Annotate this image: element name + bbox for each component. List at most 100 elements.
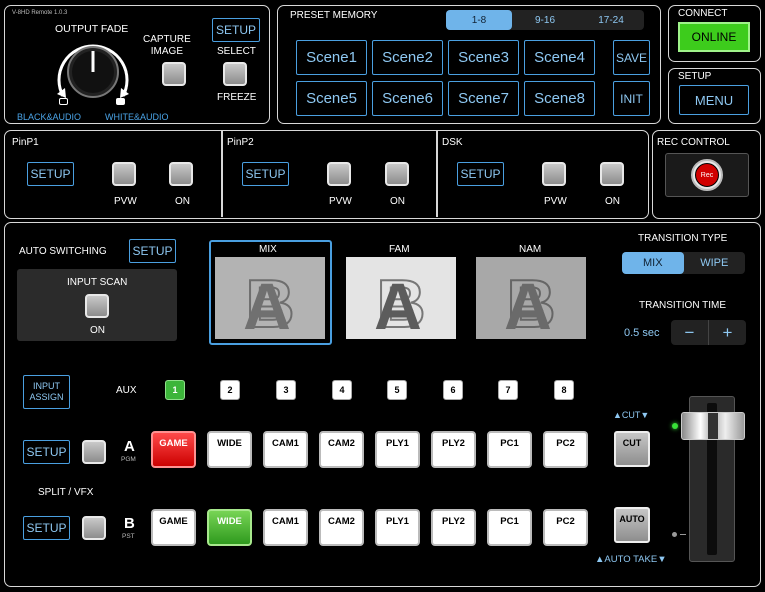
scene1-button[interactable]: Scene1 [296, 40, 367, 75]
pinp2-on-label: ON [390, 196, 405, 207]
transition-type-toggle: MIX WIPE [622, 252, 745, 274]
pinp1-on-button[interactable] [169, 162, 193, 186]
pst-setup-button[interactable]: SETUP [23, 516, 70, 540]
transition-type-wipe[interactable]: WIPE [684, 252, 746, 274]
pst-cam2-button[interactable]: CAM2 [319, 509, 364, 546]
transition-fam-label: FAM [389, 244, 410, 255]
dsk-on-button[interactable] [600, 162, 624, 186]
connect-panel: CONNECT ONLINE [668, 5, 761, 62]
dsk-setup-button[interactable]: SETUP [457, 162, 504, 186]
save-button[interactable]: SAVE [613, 40, 650, 75]
scene3-button[interactable]: Scene3 [448, 40, 519, 75]
pgm-wide-button[interactable]: WIDE [207, 431, 252, 468]
input-scan-button[interactable] [85, 294, 109, 318]
aux-8-button[interactable]: 8 [554, 380, 574, 400]
scene6-button[interactable]: Scene6 [372, 81, 443, 116]
pgm-cam2-button[interactable]: CAM2 [319, 431, 364, 468]
pst-pc2-button[interactable]: PC2 [543, 509, 588, 546]
cut-title: ▲CUT▼ [613, 410, 650, 420]
aux-2-button[interactable]: 2 [220, 380, 240, 400]
pst-game-button[interactable]: GAME [151, 509, 196, 546]
pst-label: PST [122, 533, 135, 540]
online-button[interactable]: ONLINE [678, 22, 750, 52]
pst-cam1-button[interactable]: CAM1 [263, 509, 308, 546]
pinp1-pvw-button[interactable] [112, 162, 136, 186]
transition-time-stepper: − + [671, 320, 746, 345]
aux-4-button[interactable]: 4 [332, 380, 352, 400]
transition-time-value: 0.5 sec [624, 327, 660, 339]
pst-wide-button[interactable]: WIDE [207, 509, 252, 546]
tbar-tick [680, 534, 686, 535]
pgm-game-button[interactable]: GAME [151, 431, 196, 468]
tbar-handle[interactable] [681, 412, 745, 440]
auto-button[interactable]: AUTO [614, 507, 650, 543]
capture-image-button[interactable] [162, 62, 186, 86]
pst-pc1-button[interactable]: PC1 [487, 509, 532, 546]
pinp2-on-button[interactable] [385, 162, 409, 186]
setup-title: SETUP [678, 71, 712, 82]
transition-mix-thumb[interactable]: B A [215, 257, 325, 339]
pinp1-setup-button[interactable]: SETUP [27, 162, 74, 186]
scene7-button[interactable]: Scene7 [448, 81, 519, 116]
cut-button[interactable]: CUT [614, 431, 650, 467]
tbar-handle-groove [708, 413, 718, 439]
dsk-pvw-button[interactable] [542, 162, 566, 186]
tab-1-8[interactable]: 1-8 [446, 10, 512, 30]
setup-menu-panel: SETUP MENU [668, 68, 761, 124]
pgm-pc2-button[interactable]: PC2 [543, 431, 588, 468]
init-button[interactable]: INIT [613, 81, 650, 116]
svg-text:A: A [504, 269, 552, 339]
pgm-setup-button[interactable]: SETUP [23, 440, 70, 464]
rec-red-disc: Rec [695, 163, 719, 187]
auto-switching-setup-button[interactable]: SETUP [129, 239, 176, 263]
input-assign-button[interactable]: INPUT ASSIGN [23, 375, 70, 409]
transition-type-title: TRANSITION TYPE [638, 233, 728, 244]
tab-17-24[interactable]: 17-24 [578, 10, 644, 30]
freeze-setup-button[interactable]: SETUP [212, 18, 260, 42]
pgm-pc1-button[interactable]: PC1 [487, 431, 532, 468]
scene8-button[interactable]: Scene8 [524, 81, 595, 116]
pinp2-setup-button[interactable]: SETUP [242, 162, 289, 186]
tab-9-16[interactable]: 9-16 [512, 10, 578, 30]
time-increase-button[interactable]: + [709, 320, 746, 345]
freeze-button[interactable] [223, 62, 247, 86]
menu-button[interactable]: MENU [679, 85, 749, 115]
aux-3-button[interactable]: 3 [276, 380, 296, 400]
pinp2-pvw-button[interactable] [327, 162, 351, 186]
pgm-split-button[interactable] [82, 440, 106, 464]
rec-button-frame[interactable]: Rec [665, 153, 749, 197]
output-fade-knob[interactable] [49, 36, 137, 102]
aux-6-button[interactable]: 6 [443, 380, 463, 400]
aux-7-button[interactable]: 7 [498, 380, 518, 400]
transition-nam-label: NAM [519, 244, 542, 255]
pst-split-button[interactable] [82, 516, 106, 540]
transition-time-title: TRANSITION TIME [639, 300, 727, 311]
aux-1-button[interactable]: 1 [165, 380, 185, 400]
black-audio-label: BLACK&AUDIO [17, 112, 82, 122]
aux-5-button[interactable]: 5 [387, 380, 407, 400]
transition-type-mix[interactable]: MIX [622, 252, 684, 274]
pinp-dsk-panel: PinP1 SETUP PVW ON PinP2 SETUP PVW ON DS… [4, 130, 649, 219]
pgm-ply2-button[interactable]: PLY2 [431, 431, 476, 468]
preset-memory-title: PRESET MEMORY [290, 10, 378, 21]
pgm-ply1-button[interactable]: PLY1 [375, 431, 420, 468]
pst-ply2-button[interactable]: PLY2 [431, 509, 476, 546]
scene2-button[interactable]: Scene2 [372, 40, 443, 75]
dsk-pvw-label: PVW [544, 196, 567, 207]
pgm-label: PGM [121, 456, 136, 463]
scene4-button[interactable]: Scene4 [524, 40, 595, 75]
transition-nam-thumb[interactable]: B A [476, 257, 586, 339]
transition-mix-label: MIX [259, 244, 277, 255]
select-label: SELECT [217, 46, 256, 57]
time-decrease-button[interactable]: − [671, 320, 709, 345]
transition-fam-thumb[interactable]: B A [346, 257, 456, 339]
scene5-button[interactable]: Scene5 [296, 81, 367, 116]
pgm-tally-led [672, 423, 678, 429]
pgm-cam1-button[interactable]: CAM1 [263, 431, 308, 468]
b-bus-label: B [124, 515, 135, 532]
pst-tally-led [672, 532, 677, 537]
input-scan-label: INPUT SCAN [67, 277, 128, 288]
pinp1-on-label: ON [175, 196, 190, 207]
rec-button[interactable]: Rec [691, 159, 723, 191]
pst-ply1-button[interactable]: PLY1 [375, 509, 420, 546]
